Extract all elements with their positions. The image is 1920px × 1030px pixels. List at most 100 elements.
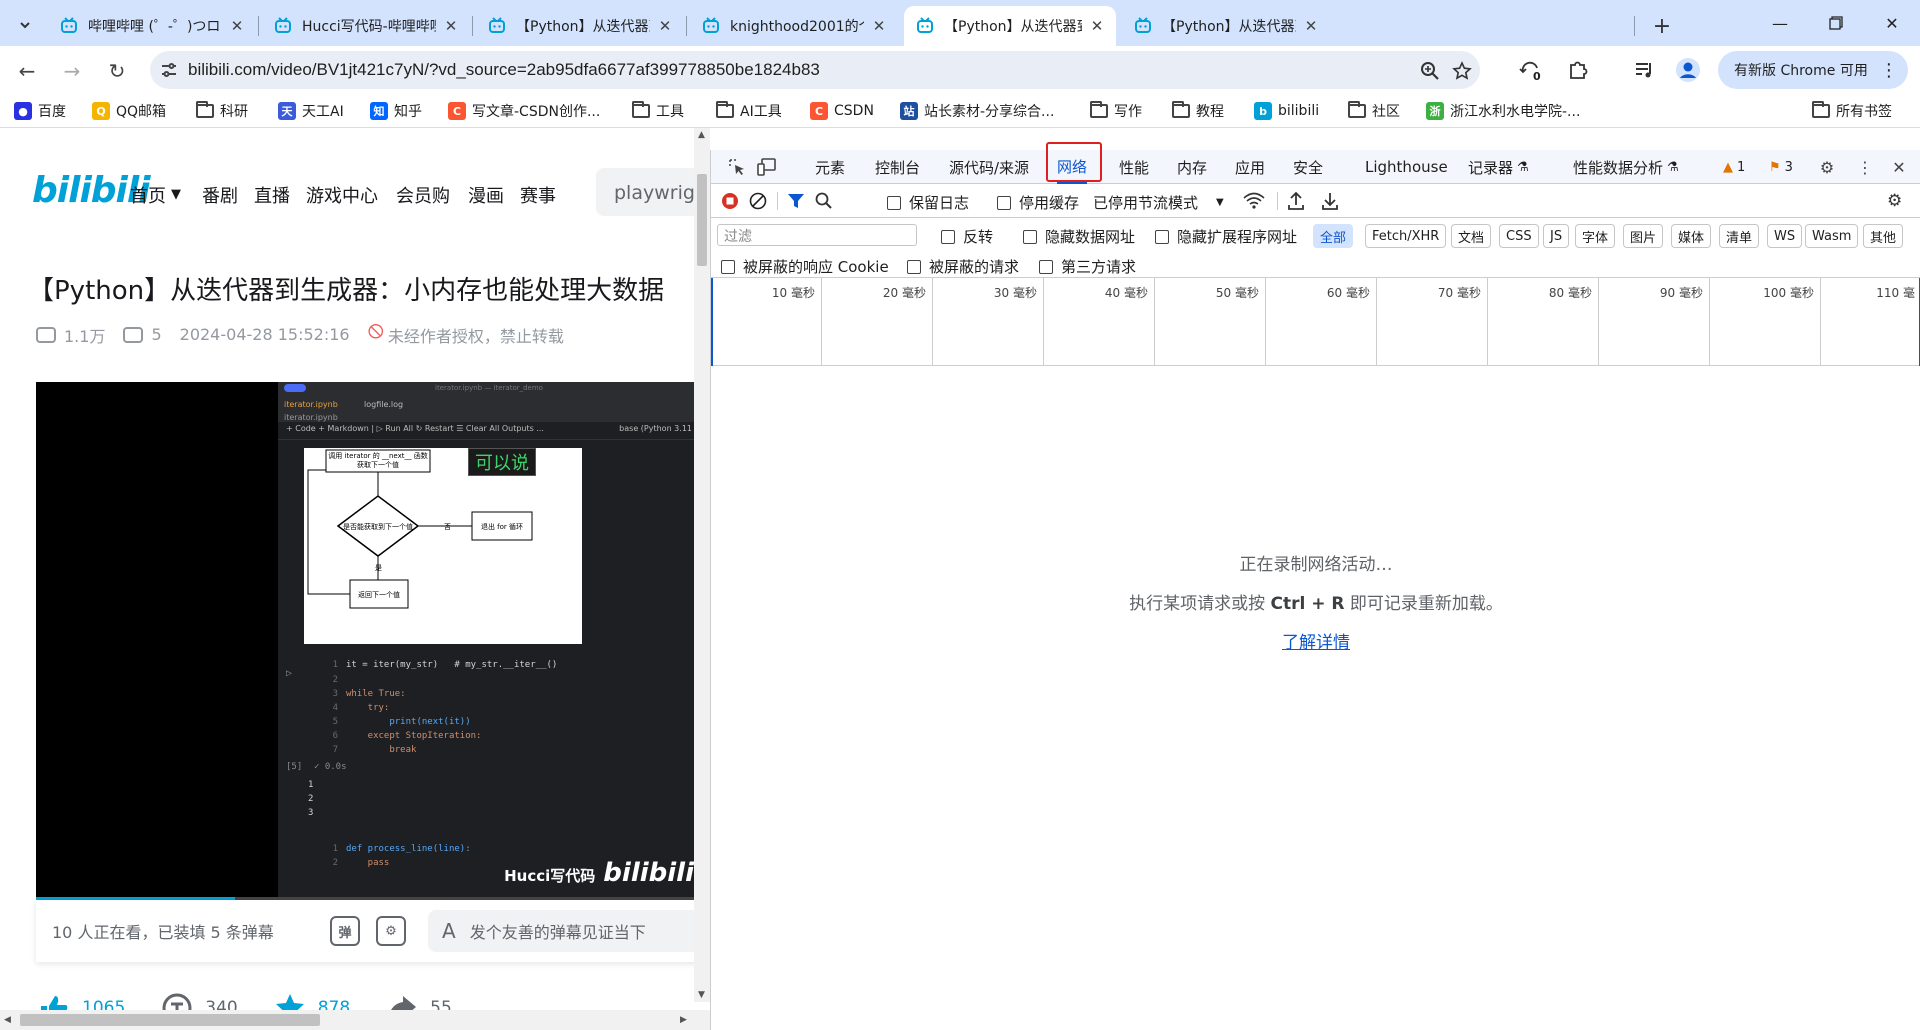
zoom-icon[interactable] bbox=[1418, 59, 1442, 83]
browser-tab[interactable]: 哔哩哔哩 (゜-゜)つロ 干杯~-bilibili ✕ bbox=[48, 6, 256, 46]
all-bookmarks[interactable]: 所有书签 bbox=[1812, 100, 1892, 122]
devtools-tab-memory[interactable]: 内存 bbox=[1177, 150, 1207, 184]
bookmark-item[interactable]: b bilibili bbox=[1254, 100, 1319, 122]
filter-type-js[interactable]: JS bbox=[1543, 224, 1570, 248]
close-tab-icon[interactable]: ✕ bbox=[656, 17, 674, 35]
filter-type-all[interactable]: 全部 bbox=[1313, 224, 1354, 248]
timeline-range-handle[interactable] bbox=[711, 278, 713, 366]
bookmark-item[interactable]: 知知乎 bbox=[370, 100, 422, 122]
hide-extension-urls-checkbox[interactable]: 隐藏扩展程序网址 bbox=[1155, 226, 1297, 247]
close-window-button[interactable]: ✕ bbox=[1864, 0, 1920, 46]
close-tab-icon[interactable]: ✕ bbox=[1088, 17, 1106, 35]
settings-gear-icon[interactable]: ⚙ bbox=[1815, 155, 1839, 179]
bookmark-item[interactable]: C CSDN bbox=[810, 100, 874, 122]
nav-mall[interactable]: 会员购 bbox=[396, 182, 450, 208]
nav-bangumi[interactable]: 番剧 bbox=[202, 182, 238, 208]
filter-type-manifest[interactable]: 清单 bbox=[1719, 224, 1760, 248]
filter-input[interactable]: 过滤 bbox=[717, 224, 917, 246]
page-horizontal-scrollbar[interactable]: ◀ ▶ bbox=[0, 1010, 710, 1030]
scroll-right-icon[interactable]: ▶ bbox=[680, 1015, 687, 1025]
disable-cache-checkbox[interactable]: 停用缓存 bbox=[997, 192, 1079, 213]
close-tab-icon[interactable]: ✕ bbox=[870, 17, 888, 35]
text-format-icon[interactable]: A bbox=[442, 919, 456, 943]
inspect-element-icon[interactable] bbox=[725, 155, 749, 179]
browser-tab[interactable]: knighthood2001的个人空间 ✕ bbox=[690, 6, 898, 46]
browser-tab[interactable]: 【Python】从迭代器到生成器 ✕ bbox=[1122, 6, 1330, 46]
devtools-tab-security[interactable]: 安全 bbox=[1293, 150, 1323, 184]
devtools-tab-performance[interactable]: 性能 bbox=[1119, 150, 1149, 184]
scroll-up-icon[interactable]: ▲ bbox=[698, 130, 705, 140]
bookmark-item[interactable]: C 写文章-CSDN创作... bbox=[448, 100, 600, 122]
scrollbar-thumb[interactable] bbox=[20, 1014, 320, 1026]
downloads-icon[interactable]: 0 bbox=[1516, 56, 1544, 84]
nav-manga[interactable]: 漫画 bbox=[468, 182, 504, 208]
filter-type-wasm[interactable]: Wasm bbox=[1805, 224, 1859, 248]
preserve-log-checkbox[interactable]: 保留日志 bbox=[887, 192, 969, 213]
browser-tab[interactable]: Hucci写代码-哔哩哔哩_bilibili ✕ bbox=[262, 6, 470, 46]
tab-search-button[interactable] bbox=[10, 10, 40, 40]
page-vertical-scrollbar[interactable]: ▲ ▼ bbox=[694, 128, 710, 1002]
hide-data-urls-checkbox[interactable]: 隐藏数据网址 bbox=[1023, 226, 1135, 247]
devtools-tab-network[interactable]: 网络 bbox=[1057, 150, 1088, 184]
bookmark-item[interactable]: Q QQ邮箱 bbox=[92, 100, 166, 122]
bookmark-folder[interactable]: 科研 bbox=[196, 100, 248, 122]
invert-checkbox[interactable]: 反转 bbox=[941, 226, 993, 247]
search-input[interactable]: playwright bbox=[596, 168, 700, 216]
clear-icon[interactable] bbox=[749, 192, 767, 210]
network-settings-gear-icon[interactable]: ⚙ bbox=[1887, 191, 1902, 211]
filter-type-img[interactable]: 图片 bbox=[1623, 224, 1664, 248]
devtools-tab-lighthouse[interactable]: Lighthouse bbox=[1365, 150, 1448, 184]
close-tab-icon[interactable]: ✕ bbox=[228, 17, 246, 35]
device-toolbar-icon[interactable] bbox=[755, 155, 779, 179]
danmaku-input[interactable]: A 发个友善的弹幕见证当下 bbox=[428, 910, 700, 952]
devtools-tab-elements[interactable]: 元素 bbox=[815, 150, 845, 184]
forward-button[interactable]: → bbox=[55, 54, 89, 88]
scroll-down-icon[interactable]: ▼ bbox=[698, 990, 705, 1000]
export-har-icon[interactable] bbox=[1321, 191, 1339, 211]
search-icon[interactable] bbox=[815, 192, 833, 210]
bookmark-folder[interactable]: 工具 bbox=[632, 100, 684, 122]
close-tab-icon[interactable]: ✕ bbox=[442, 17, 460, 35]
blocked-requests-checkbox[interactable]: 被屏蔽的请求 bbox=[907, 256, 1019, 277]
issues-badge[interactable]: ⚑ 3 bbox=[1769, 150, 1793, 184]
bookmark-folder[interactable]: AI工具 bbox=[716, 100, 782, 122]
filter-type-media[interactable]: 媒体 bbox=[1671, 224, 1712, 248]
filter-type-doc[interactable]: 文档 bbox=[1451, 224, 1492, 248]
bookmark-item[interactable]: 浙浙江水利水电学院-... bbox=[1426, 100, 1580, 122]
reload-button[interactable]: ↻ bbox=[100, 54, 134, 88]
close-devtools-icon[interactable]: ✕ bbox=[1887, 155, 1911, 179]
filter-type-ws[interactable]: WS bbox=[1767, 224, 1803, 248]
scrollbar-thumb[interactable] bbox=[697, 174, 707, 266]
nav-home[interactable]: 首页 bbox=[130, 182, 166, 208]
close-tab-icon[interactable]: ✕ bbox=[1302, 17, 1320, 35]
extensions-icon[interactable] bbox=[1564, 56, 1592, 84]
network-conditions-icon[interactable] bbox=[1243, 191, 1265, 211]
third-party-checkbox[interactable]: 第三方请求 bbox=[1039, 256, 1136, 277]
bookmark-folder[interactable]: 教程 bbox=[1172, 100, 1224, 122]
devtools-tab-sources[interactable]: 源代码/来源 bbox=[949, 150, 1029, 184]
bookmark-item[interactable]: ● 百度 bbox=[14, 100, 66, 122]
bookmark-item[interactable]: 天天工AI bbox=[278, 100, 344, 122]
filter-type-css[interactable]: CSS bbox=[1499, 224, 1539, 248]
danmaku-settings-icon[interactable]: ⚙ bbox=[376, 916, 406, 946]
more-vert-icon[interactable]: ⋮ bbox=[1853, 155, 1877, 179]
import-har-icon[interactable] bbox=[1287, 191, 1305, 211]
profile-avatar-icon[interactable] bbox=[1674, 56, 1702, 84]
throttle-select[interactable]: 已停用节流模式 ▼ bbox=[1093, 192, 1224, 213]
bookmark-folder[interactable]: 社区 bbox=[1348, 100, 1400, 122]
back-button[interactable]: ← bbox=[10, 54, 44, 88]
network-overview-timeline[interactable]: 10 毫秒 20 毫秒 30 毫秒 40 毫秒 50 毫秒 60 毫秒 70 毫… bbox=[711, 278, 1920, 366]
nav-game-center[interactable]: 游戏中心 bbox=[306, 182, 378, 208]
video-player[interactable]: iterator.ipynb — iterator_demo iterator.… bbox=[36, 382, 700, 900]
minimize-button[interactable]: — bbox=[1752, 0, 1808, 46]
warnings-badge[interactable]: ▲ 1 bbox=[1723, 150, 1745, 184]
browser-tab-active[interactable]: 【Python】从迭代器到生成器 ✕ bbox=[904, 6, 1116, 46]
media-controls-icon[interactable] bbox=[1630, 56, 1658, 84]
danmaku-toggle-icon[interactable]: 弹 bbox=[330, 916, 360, 946]
filter-type-other[interactable]: 其他 bbox=[1863, 224, 1904, 248]
filter-type-font[interactable]: 字体 bbox=[1575, 224, 1616, 248]
devtools-tab-application[interactable]: 应用 bbox=[1235, 150, 1265, 184]
devtools-tab-recorder[interactable]: 记录器 ⚗ bbox=[1468, 150, 1529, 184]
new-tab-button[interactable]: + bbox=[1648, 12, 1676, 40]
scroll-left-icon[interactable]: ◀ bbox=[4, 1015, 11, 1025]
